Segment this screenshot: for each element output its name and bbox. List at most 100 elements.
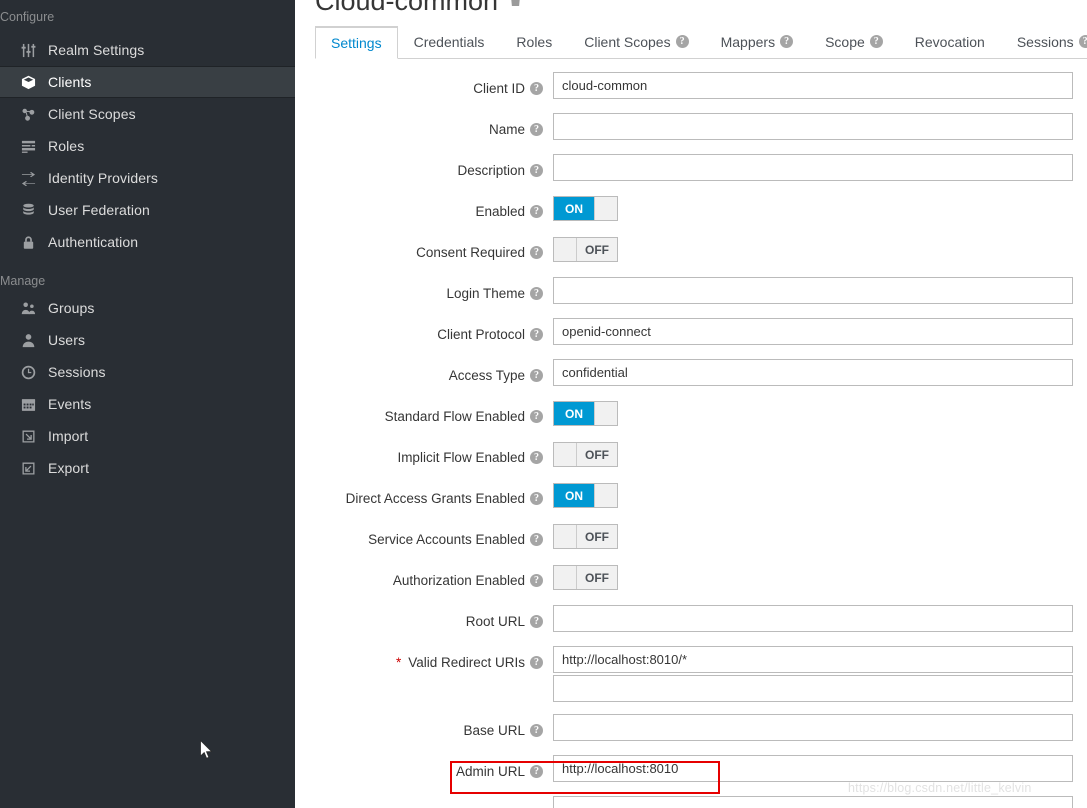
help-icon[interactable]: ?: [530, 82, 543, 95]
toggle-switch[interactable]: ON: [553, 401, 618, 426]
name-input[interactable]: [553, 113, 1073, 140]
sidebar-item-clients[interactable]: Clients: [0, 66, 295, 98]
help-icon[interactable]: ?: [1078, 35, 1087, 48]
form-row-direct-access-grants-enabled: Direct Access Grants Enabled? ON: [295, 482, 1087, 523]
sidebar-navigation: Configure Realm Settings Clients Client Sco…: [0, 0, 295, 808]
sliders-icon: [14, 43, 42, 58]
help-icon[interactable]: ?: [530, 287, 543, 300]
sidebar-item-groups[interactable]: Groups: [0, 292, 295, 324]
tab-client-scopes[interactable]: Client Scopes?: [568, 25, 704, 58]
sidebar-item-label: Authentication: [48, 234, 139, 250]
help-icon[interactable]: ?: [530, 410, 543, 423]
form-label: Service Accounts Enabled?: [295, 523, 553, 550]
help-icon[interactable]: ?: [530, 123, 543, 136]
sidebar-item-label: Roles: [48, 138, 85, 154]
trash-icon[interactable]: [508, 0, 523, 12]
page-title: Cloud-common: [315, 0, 499, 16]
client-id-input[interactable]: [553, 72, 1073, 99]
login-theme-input[interactable]: [553, 277, 1073, 304]
tab-sessions[interactable]: Sessions?: [1001, 25, 1087, 58]
sidebar-item-authentication[interactable]: Authentication: [0, 226, 295, 258]
clock-icon: [14, 365, 42, 380]
sidebar-item-client-scopes[interactable]: Client Scopes: [0, 98, 295, 130]
sidebar-item-roles[interactable]: Roles: [0, 130, 295, 162]
form-control: ON: [553, 195, 618, 221]
valid-redirect-uris-input[interactable]: [553, 646, 1073, 673]
sidebar-item-label: Clients: [48, 74, 92, 90]
help-icon[interactable]: ?: [780, 35, 794, 48]
sidebar-item-sessions[interactable]: Sessions: [0, 356, 295, 388]
help-icon[interactable]: ?: [530, 656, 543, 669]
form-label-text: Access Type: [448, 368, 525, 383]
sidebar-item-events[interactable]: Events: [0, 388, 295, 420]
sidebar-item-label: Users: [48, 332, 86, 348]
toggle-switch[interactable]: OFF: [553, 237, 618, 262]
toggle-knob: [554, 566, 577, 589]
toggle-switch[interactable]: OFF: [553, 565, 618, 590]
base-url-input[interactable]: [553, 714, 1073, 741]
form-label-text: Service Accounts Enabled: [368, 532, 525, 547]
help-icon[interactable]: ?: [530, 765, 543, 778]
sidebar-section-title-configure: Configure: [0, 10, 55, 24]
form-row-root-url: Root URL?: [295, 605, 1087, 646]
tab-settings[interactable]: Settings: [315, 26, 398, 59]
toggle-switch[interactable]: ON: [553, 483, 618, 508]
form-label: Root URL?: [295, 605, 553, 632]
sidebar-item-label: Import: [48, 428, 89, 444]
form-row-enabled: Enabled? ON: [295, 195, 1087, 236]
help-icon[interactable]: ?: [530, 451, 543, 464]
description-input[interactable]: [553, 154, 1073, 181]
sidebar-item-export[interactable]: Export: [0, 452, 295, 484]
help-icon[interactable]: ?: [530, 574, 543, 587]
help-icon[interactable]: ?: [530, 246, 543, 259]
access-type-input[interactable]: [553, 359, 1073, 386]
form-label-text: Consent Required: [416, 245, 525, 260]
help-icon[interactable]: ?: [530, 615, 543, 628]
admin-url-input[interactable]: [553, 755, 1073, 782]
tab-roles[interactable]: Roles: [500, 25, 568, 58]
tab-revocation[interactable]: Revocation: [899, 25, 1001, 58]
form-label-text: Valid Redirect URIs: [408, 655, 525, 670]
valid-redirect-uris-input-2[interactable]: [553, 675, 1073, 702]
form-label-text: Description: [457, 163, 525, 178]
user-icon: [14, 333, 42, 348]
form-control: OFF: [553, 523, 618, 549]
client-protocol-input[interactable]: [553, 318, 1073, 345]
form-control: [553, 714, 1073, 741]
toggle-switch[interactable]: OFF: [553, 524, 618, 549]
sidebar-item-label: Groups: [48, 300, 95, 316]
tab-label: Sessions: [1016, 33, 1074, 50]
toggle-off-label: OFF: [577, 443, 617, 466]
help-icon[interactable]: ?: [530, 205, 543, 218]
toggle-on-label: ON: [554, 197, 594, 220]
toggle-knob: [554, 443, 577, 466]
sidebar-item-import[interactable]: Import: [0, 420, 295, 452]
sidebar-item-identity-providers[interactable]: Identity Providers: [0, 162, 295, 194]
form-row-valid-redirect-uris: * Valid Redirect URIs?: [295, 646, 1087, 714]
molecule-icon: [14, 107, 42, 122]
extra-input[interactable]: [553, 796, 1073, 808]
toggle-knob: [594, 402, 617, 425]
root-url-input[interactable]: [553, 605, 1073, 632]
tab-scope[interactable]: Scope?: [809, 25, 899, 58]
help-icon[interactable]: ?: [530, 533, 543, 546]
form-control: [553, 154, 1073, 181]
help-icon[interactable]: ?: [675, 35, 689, 48]
help-icon[interactable]: ?: [530, 492, 543, 505]
help-icon[interactable]: ?: [530, 724, 543, 737]
sidebar-item-user-federation[interactable]: User Federation: [0, 194, 295, 226]
required-asterisk: *: [395, 655, 402, 670]
tab-mappers[interactable]: Mappers?: [705, 25, 809, 58]
help-icon[interactable]: ?: [530, 369, 543, 382]
help-icon[interactable]: ?: [530, 328, 543, 341]
help-icon[interactable]: ?: [869, 35, 883, 48]
sidebar-item-users[interactable]: Users: [0, 324, 295, 356]
tab-credentials[interactable]: Credentials: [398, 25, 501, 58]
form-control: ON: [553, 400, 618, 426]
main-content: Cloud-common Settings Credentials Roles Cli…: [295, 0, 1087, 808]
help-icon[interactable]: ?: [530, 164, 543, 177]
calendar-icon: [14, 397, 42, 412]
sidebar-item-realm-settings[interactable]: Realm Settings: [0, 34, 295, 66]
toggle-switch[interactable]: ON: [553, 196, 618, 221]
toggle-switch[interactable]: OFF: [553, 442, 618, 467]
